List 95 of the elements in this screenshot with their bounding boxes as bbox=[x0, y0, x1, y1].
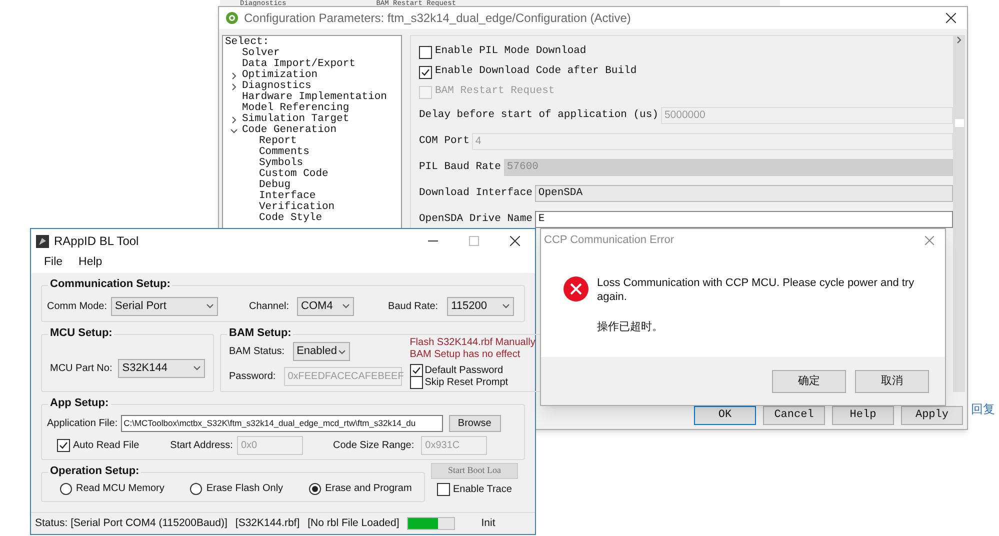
field-label: OpenSDA Drive Name bbox=[419, 212, 532, 227]
dialog-button[interactable]: 取消 bbox=[855, 370, 929, 392]
warning-text: BAM Setup has no effect bbox=[410, 349, 522, 361]
field-label: PIL Baud Rate bbox=[419, 160, 501, 175]
group-title: MCU Setup: bbox=[48, 326, 114, 340]
dropdown[interactable]: Serial Port bbox=[111, 296, 218, 316]
dropdown[interactable]: 115200 bbox=[447, 296, 514, 316]
dropdown[interactable]: COM4 bbox=[297, 296, 354, 316]
tree-item[interactable]: Code Style bbox=[259, 213, 322, 224]
tree-item[interactable]: Code Generation bbox=[242, 125, 337, 136]
group-title: BAM Setup: bbox=[227, 326, 294, 340]
caret-icon bbox=[338, 348, 346, 356]
checkbox-label: BAM Restart Request bbox=[435, 84, 555, 100]
window-title: RAppID BL Tool bbox=[54, 233, 139, 250]
tree-label: Select: bbox=[225, 36, 270, 48]
menu-item[interactable]: Help bbox=[78, 254, 102, 272]
label: Comm Mode: bbox=[47, 300, 108, 314]
tree-item[interactable]: Solver bbox=[242, 48, 280, 59]
close-icon[interactable] bbox=[946, 13, 956, 23]
tree-item[interactable]: Simulation Target bbox=[242, 114, 350, 125]
input-field[interactable]: E bbox=[535, 211, 953, 228]
tree-item[interactable]: Custom Code bbox=[259, 169, 328, 180]
status-text: [No rbl File Loaded] bbox=[308, 516, 400, 531]
label: Start Address: bbox=[170, 439, 233, 453]
dialog-title: CCP Communication Error bbox=[544, 232, 674, 248]
menu-item[interactable]: File bbox=[44, 254, 63, 272]
dialog-button[interactable]: 确定 bbox=[772, 370, 846, 392]
tree-item[interactable]: Hardware Implementation bbox=[242, 92, 387, 103]
checkbox-label: Enable Trace bbox=[453, 483, 512, 497]
tree-item[interactable]: Symbols bbox=[259, 158, 304, 169]
tree-item[interactable]: Interface bbox=[259, 191, 316, 202]
group-title: Operation Setup: bbox=[48, 464, 142, 478]
checkbox-label: Default Password bbox=[424, 364, 504, 378]
status-text: Init bbox=[481, 516, 496, 531]
group-title: Communication Setup: bbox=[48, 277, 172, 291]
error-icon bbox=[563, 276, 589, 302]
label: Application File: bbox=[47, 417, 118, 431]
dialog-button[interactable]: Help bbox=[832, 406, 894, 425]
caret-icon bbox=[502, 302, 510, 310]
caret-icon bbox=[193, 364, 201, 372]
field-label: Download Interface bbox=[419, 186, 532, 201]
error-message: Loss Communication with CCP MCU. Please cycle power and try again. bbox=[597, 276, 916, 304]
window-title: Configuration Parameters: ftm_s32k14_dual_edge/Configuration (Active) bbox=[244, 10, 631, 27]
tree-item[interactable]: Debug bbox=[259, 180, 291, 191]
tree-item[interactable]: Verification bbox=[259, 202, 335, 213]
radio-button[interactable] bbox=[190, 482, 202, 494]
label: Password: bbox=[229, 370, 276, 384]
group-title: App Setup: bbox=[48, 396, 111, 410]
status-text: [S32K144.rbf] bbox=[235, 516, 300, 531]
label: Channel: bbox=[249, 300, 290, 314]
tree-item[interactable]: Data Import/Export bbox=[242, 59, 356, 70]
radio-button[interactable] bbox=[309, 482, 322, 494]
scroll-thumb[interactable] bbox=[954, 119, 964, 127]
tree-item[interactable]: Model Referencing bbox=[242, 103, 350, 114]
dialog-button[interactable]: OK bbox=[694, 406, 756, 425]
label: BAM Status: bbox=[229, 345, 285, 359]
browse-button[interactable]: Browse bbox=[448, 415, 501, 432]
app-logo-icon bbox=[36, 234, 49, 248]
dropdown[interactable]: S32K144 bbox=[118, 358, 205, 378]
field-label: COM Port bbox=[419, 134, 470, 149]
radio-label: Erase and Program bbox=[325, 482, 412, 496]
dropdown[interactable]: OpenSDA bbox=[535, 185, 953, 202]
caret-icon bbox=[342, 302, 350, 310]
scroll-up-icon bbox=[955, 36, 963, 44]
checkbox-label: Auto Read File bbox=[73, 439, 140, 453]
checkbox[interactable] bbox=[57, 439, 70, 452]
dropdown[interactable]: Enabled bbox=[292, 342, 350, 361]
radio-button[interactable] bbox=[60, 482, 72, 494]
field-label: Delay before start of application (us) bbox=[419, 108, 658, 123]
label: Baud Rate: bbox=[388, 300, 438, 314]
input-field[interactable]: C:\MCToolbox\mctbx_S32K\ftm_s32k14_dual_edge_mcd_rtw\ftm_s32k14_du bbox=[120, 415, 443, 432]
checkbox[interactable] bbox=[419, 66, 432, 78]
scrollbar[interactable] bbox=[953, 36, 965, 392]
checkbox[interactable] bbox=[410, 376, 423, 388]
checkbox-label: Enable Download Code after Build bbox=[435, 64, 637, 80]
checkbox[interactable] bbox=[410, 364, 423, 376]
checkbox-label: Skip Reset Prompt bbox=[424, 376, 508, 390]
checkbox[interactable] bbox=[437, 483, 450, 496]
error-detail: 操作已超时。 bbox=[597, 320, 664, 335]
label: Code Size Range: bbox=[332, 439, 414, 453]
close-icon[interactable] bbox=[510, 236, 520, 246]
radio-label: Erase Flash Only bbox=[206, 482, 284, 496]
checkbox[interactable] bbox=[419, 46, 432, 58]
tree-item[interactable]: Comments bbox=[259, 147, 310, 158]
status-text: Status: [Serial Port COM4 (115200Baud)] bbox=[35, 516, 228, 531]
checkbox-label: Enable PIL Mode Download bbox=[435, 44, 586, 60]
dialog-button[interactable]: Cancel bbox=[763, 406, 825, 425]
tree-item[interactable]: Report bbox=[259, 136, 297, 147]
dialog-button[interactable]: Apply bbox=[901, 406, 963, 425]
tree-item[interactable]: Optimization bbox=[242, 70, 318, 81]
radio-label: Read MCU Memory bbox=[76, 482, 164, 496]
caret-icon bbox=[206, 302, 214, 310]
label: MCU Part No: bbox=[50, 362, 112, 376]
reply-link[interactable]: 回复 bbox=[971, 400, 995, 418]
tree-item[interactable]: Diagnostics bbox=[242, 81, 312, 92]
